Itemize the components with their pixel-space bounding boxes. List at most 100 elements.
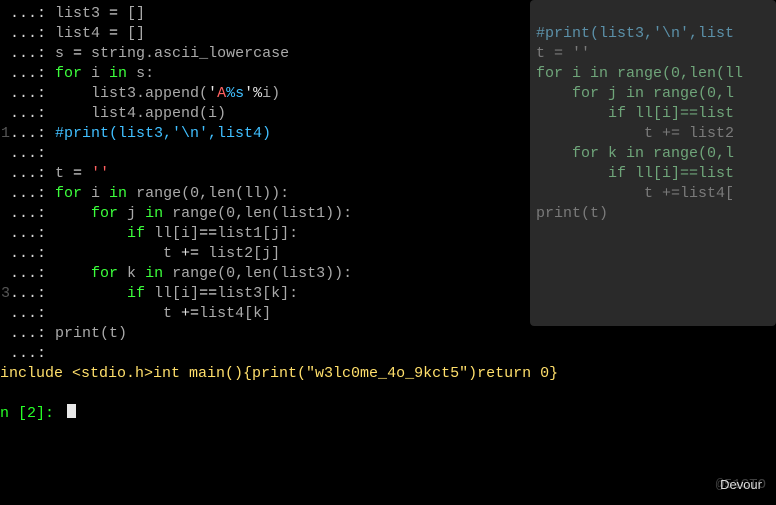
code-token: [55, 264, 91, 284]
gutter-number: [0, 224, 10, 244]
code-token: print(t): [55, 324, 127, 344]
code-token: ,len(list3)):: [235, 264, 352, 284]
code-token: []: [118, 24, 145, 44]
continuation-prompt: ...:: [10, 344, 55, 364]
continuation-prompt: ...:: [10, 324, 55, 344]
code-token: range(: [163, 204, 226, 224]
code-token: s: [55, 44, 73, 64]
overlay-code-line: for i in range(0,len(ll: [536, 64, 776, 84]
code-token: string.ascii_lowercase: [82, 44, 289, 64]
code-token: list3: [55, 4, 109, 24]
code-token: A: [217, 84, 226, 104]
code-token: if: [127, 224, 145, 244]
continuation-prompt: ...:: [10, 244, 55, 264]
code-token: %: [253, 84, 262, 104]
code-token: [55, 284, 127, 304]
code-token: t: [55, 164, 73, 184]
code-token: %s: [226, 84, 244, 104]
gutter-number: [0, 264, 10, 284]
gutter-number: 1: [0, 124, 10, 144]
code-line: ...: print(t): [0, 324, 776, 344]
code-token: ,len(ll)):: [199, 184, 289, 204]
code-token: [82, 164, 91, 184]
code-token: #print(list3,'\n',list4): [55, 124, 271, 144]
gutter-number: [0, 64, 10, 84]
code-token: in: [109, 184, 127, 204]
code-token: '': [91, 164, 109, 184]
continuation-prompt: ...:: [10, 24, 55, 44]
code-token: if: [127, 284, 145, 304]
overlay-code-line: for j in range(0,l: [536, 84, 776, 104]
code-token: j: [118, 204, 145, 224]
gutter-number: [0, 4, 10, 24]
code-token: k: [118, 264, 145, 284]
overlay-code-line: for k in range(0,l: [536, 144, 776, 164]
input-prompt-line[interactable]: n [2]:: [0, 404, 776, 424]
code-token: t: [55, 244, 181, 264]
code-token: 0: [190, 184, 199, 204]
continuation-prompt: ...:: [10, 164, 55, 184]
gutter-number: [0, 24, 10, 44]
code-token: list3.append(: [55, 84, 208, 104]
overlay-code-line: if ll[i]==list: [536, 164, 776, 184]
code-token: 0: [226, 264, 235, 284]
gutter-number: [0, 344, 10, 364]
overlay-code-line: #print(list3,'\n',list: [536, 24, 776, 44]
gutter-number: [0, 304, 10, 324]
code-token: range(: [127, 184, 190, 204]
gutter-number: [0, 184, 10, 204]
code-token: +=: [181, 244, 199, 264]
code-token: list4: [55, 24, 109, 44]
code-token: ==: [199, 284, 217, 304]
code-token: ll[i]: [145, 224, 199, 244]
code-token: list3[k]:: [217, 284, 298, 304]
gutter-number: [0, 44, 10, 64]
continuation-prompt: ...:: [10, 104, 55, 124]
overlay-code-line: print(t): [536, 204, 776, 224]
code-token: []: [118, 4, 145, 24]
code-token: i: [82, 64, 109, 84]
gutter-number: [0, 84, 10, 104]
code-token: i): [262, 84, 280, 104]
continuation-prompt: ...:: [10, 284, 55, 304]
gutter-number: [0, 324, 10, 344]
code-token: for: [55, 64, 82, 84]
code-token: list4.append(i): [55, 104, 226, 124]
overlay-code-line: t += list2: [536, 124, 776, 144]
gutter-number: [0, 204, 10, 224]
code-token: =: [73, 44, 82, 64]
continuation-prompt: ...:: [10, 44, 55, 64]
devour-label: Devour: [720, 475, 762, 495]
code-token: range(: [163, 264, 226, 284]
continuation-prompt: ...:: [10, 144, 55, 164]
code-line: ...:: [0, 344, 776, 364]
code-token: =: [109, 4, 118, 24]
continuation-prompt: ...:: [10, 264, 55, 284]
code-token: [55, 204, 91, 224]
code-token: in: [109, 64, 127, 84]
gutter-number: [0, 244, 10, 264]
continuation-prompt: ...:: [10, 204, 55, 224]
output-line: include <stdio.h>int main(){print("w3lc0…: [0, 364, 776, 384]
code-token: =: [73, 164, 82, 184]
continuation-prompt: ...:: [10, 4, 55, 24]
gutter-number: [0, 144, 10, 164]
code-token: ,len(list1)):: [235, 204, 352, 224]
input-prompt: n [2]:: [0, 404, 63, 424]
output-text: include <stdio.h>int main(){print("w3lc0…: [0, 364, 558, 384]
code-token: ': [244, 84, 253, 104]
code-token: ': [208, 84, 217, 104]
code-token: in: [145, 204, 163, 224]
continuation-prompt: ...:: [10, 84, 55, 104]
code-token: ll[i]: [145, 284, 199, 304]
code-token: 0: [226, 204, 235, 224]
gutter-number: [0, 104, 10, 124]
continuation-prompt: ...:: [10, 224, 55, 244]
gutter-number: 3: [0, 284, 10, 304]
continuation-prompt: ...:: [10, 184, 55, 204]
code-token: for: [91, 264, 118, 284]
overlay-code-line: if ll[i]==list: [536, 104, 776, 124]
code-token: +=: [181, 304, 199, 324]
continuation-prompt: ...:: [10, 304, 55, 324]
cursor-icon: [67, 404, 76, 418]
